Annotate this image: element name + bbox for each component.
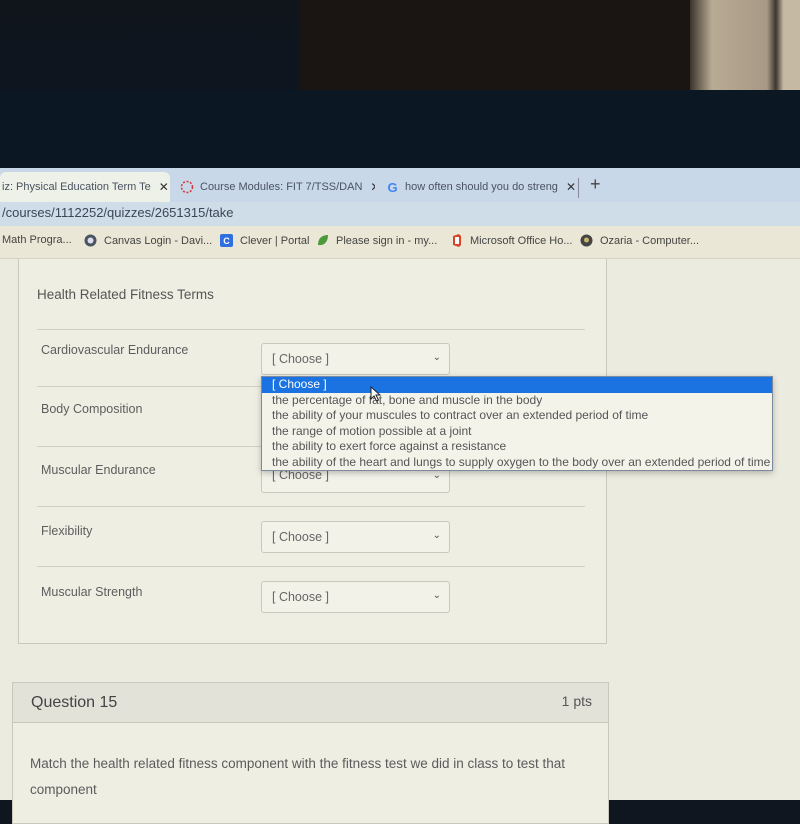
bookmark-label: Ozaria - Computer...	[600, 234, 700, 247]
divider	[37, 506, 585, 507]
tab-quiz[interactable]: iz: Physical Education Term Te ✕	[0, 172, 170, 202]
dropdown-option[interactable]: the ability of the heart and lungs to su…	[262, 455, 772, 471]
tab-title: iz: Physical Education Term Te	[2, 181, 151, 193]
mouse-cursor-icon	[370, 385, 382, 407]
canvas-icon	[84, 234, 97, 247]
bookmark-ozaria[interactable]: Ozaria - Computer...	[580, 234, 699, 247]
term-flexibility: Flexibility	[41, 524, 93, 538]
tab-google-search[interactable]: G how often should you do streng ✕	[386, 172, 576, 202]
dropdown-option[interactable]: the percentage of fat, bone and muscle i…	[262, 393, 772, 409]
dropdown-option[interactable]: the ability to exert force against a res…	[262, 439, 772, 455]
quiz-page: Health Related Fitness Terms Cardiovascu…	[0, 259, 800, 824]
tab-course-modules[interactable]: Course Modules: FIT 7/TSS/DAN ✕	[180, 172, 375, 202]
screen-reflection	[300, 0, 690, 92]
question-15-card: Question 15 1 pts Match the health relat…	[12, 682, 609, 824]
term-muscular-strength: Muscular Strength	[41, 585, 143, 599]
question-points: 1 pts	[561, 693, 592, 709]
leaf-icon	[316, 234, 329, 247]
tab-title: how often should you do streng	[405, 181, 558, 193]
select-value: [ Choose ]	[272, 352, 329, 366]
close-tab-icon[interactable]: ✕	[159, 180, 169, 194]
select-muscular-strength[interactable]: [ Choose ] ⌄	[261, 581, 450, 613]
term-muscular-endurance: Muscular Endurance	[41, 463, 156, 477]
bookmark-math-programs[interactable]: Math Progra...	[2, 234, 72, 246]
close-tab-icon[interactable]: ✕	[370, 180, 375, 194]
monitor-bezel-lower	[0, 90, 800, 170]
background-wall	[690, 0, 800, 98]
question-title: Health Related Fitness Terms	[37, 287, 214, 302]
select-cardiovascular-endurance[interactable]: [ Choose ] ⌄	[261, 343, 450, 375]
ozaria-icon	[580, 234, 593, 247]
bookmark-clever-portal[interactable]: C Clever | Portal	[220, 234, 310, 247]
dropdown-option[interactable]: the range of motion possible at a joint	[262, 424, 772, 440]
google-icon: G	[387, 179, 398, 195]
bookmarks-bar: Math Progra... Canvas Login - Davi... C …	[0, 226, 800, 259]
dropdown-option[interactable]: [ Choose ]	[262, 377, 772, 393]
question-text: Match the health related fitness compone…	[30, 756, 566, 797]
bookmark-canvas-login[interactable]: Canvas Login - Davi...	[84, 234, 212, 247]
tab-title: Course Modules: FIT 7/TSS/DAN	[200, 181, 363, 193]
divider	[37, 566, 585, 567]
bookmark-microsoft-office[interactable]: Microsoft Office Ho...	[450, 234, 573, 247]
bookmark-label: Microsoft Office Ho...	[470, 234, 573, 247]
bookmark-label: Canvas Login - Davi...	[104, 234, 213, 247]
chevron-down-icon: ⌄	[432, 470, 441, 481]
browser-tab-strip: iz: Physical Education Term Te ✕ Course …	[0, 168, 800, 202]
address-bar[interactable]: /courses/1112252/quizzes/2651315/take	[0, 202, 800, 226]
divider	[37, 329, 585, 330]
bookmark-label: Clever | Portal	[240, 234, 310, 247]
chevron-down-icon: ⌄	[432, 352, 441, 363]
clever-icon: C	[220, 234, 233, 247]
question-header: Question 15 1 pts	[13, 683, 608, 723]
canvas-logo-icon	[180, 180, 194, 194]
select-flexibility[interactable]: [ Choose ] ⌄	[261, 521, 450, 553]
chevron-down-icon: ⌄	[432, 530, 441, 541]
bookmark-please-sign-in[interactable]: Please sign in - my...	[316, 234, 437, 247]
tab-separator	[578, 178, 579, 198]
dropdown-options-list: [ Choose ] the percentage of fat, bone a…	[261, 376, 773, 471]
chevron-down-icon: ⌄	[432, 590, 441, 601]
office-icon	[450, 234, 463, 247]
bookmark-label: Please sign in - my...	[336, 234, 438, 247]
term-cardiovascular-endurance: Cardiovascular Endurance	[41, 343, 189, 357]
select-value: [ Choose ]	[272, 530, 329, 544]
new-tab-button[interactable]: +	[590, 174, 601, 195]
question-number: Question 15	[31, 694, 118, 711]
close-tab-icon[interactable]: ✕	[566, 180, 576, 194]
term-body-composition: Body Composition	[41, 402, 143, 416]
dropdown-option[interactable]: the ability of your muscules to contract…	[262, 408, 772, 424]
select-value: [ Choose ]	[272, 590, 329, 604]
bookmark-label: Math Progra...	[2, 234, 72, 246]
url-text[interactable]: /courses/1112252/quizzes/2651315/take	[2, 205, 234, 220]
